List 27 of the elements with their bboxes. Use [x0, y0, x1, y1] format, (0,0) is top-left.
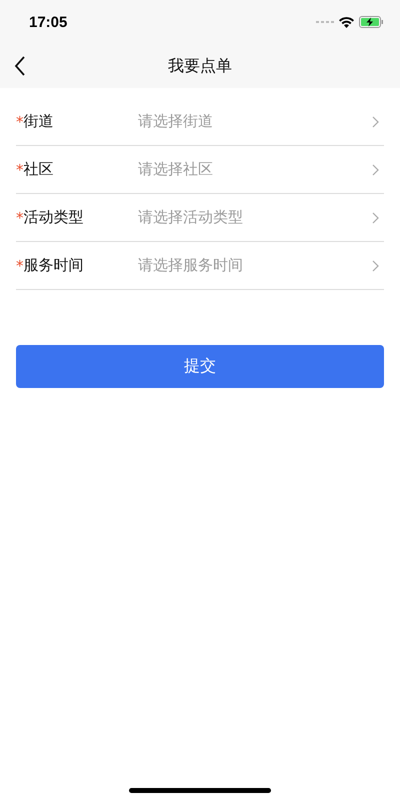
- page-title: 我要点单: [168, 56, 232, 76]
- select-field[interactable]: *服务时间 请选择服务时间: [16, 242, 384, 290]
- field-label: 服务时间: [24, 256, 84, 275]
- select-field[interactable]: *社区 请选择社区: [16, 146, 384, 194]
- chevron-right-icon: [372, 212, 379, 224]
- required-mark: *: [16, 208, 24, 226]
- wifi-icon: [339, 16, 354, 28]
- field-label: 社区: [24, 160, 54, 179]
- submit-button[interactable]: 提交: [16, 345, 384, 388]
- required-mark: *: [16, 112, 24, 130]
- chevron-right-icon: [372, 116, 379, 128]
- status-time: 17:05: [29, 14, 68, 30]
- field-placeholder: 请选择服务时间: [138, 256, 244, 275]
- select-field[interactable]: *活动类型 请选择活动类型: [16, 194, 384, 242]
- field-placeholder: 请选择街道: [138, 112, 214, 131]
- field-placeholder: 请选择社区: [138, 160, 214, 179]
- back-icon[interactable]: [14, 56, 26, 76]
- field-label: 街道: [24, 112, 54, 131]
- required-mark: *: [16, 160, 24, 178]
- required-mark: *: [16, 256, 24, 274]
- signal-icon: [316, 20, 334, 24]
- select-field[interactable]: *街道 请选择街道: [16, 98, 384, 146]
- field-label: 活动类型: [24, 208, 84, 227]
- chevron-right-icon: [372, 164, 379, 176]
- chevron-right-icon: [372, 260, 379, 272]
- field-placeholder: 请选择活动类型: [138, 208, 244, 227]
- battery-charging-icon: [359, 16, 384, 28]
